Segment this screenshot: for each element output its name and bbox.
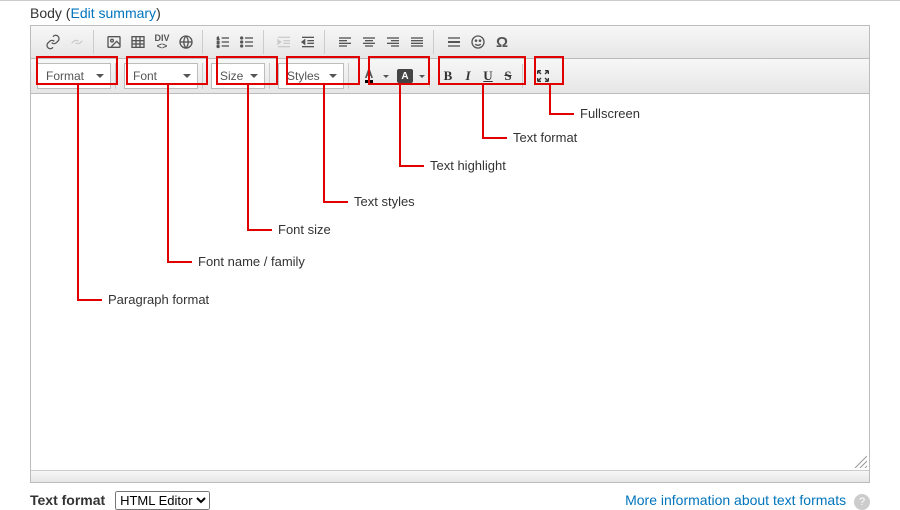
image-icon[interactable] [102, 30, 126, 54]
format-dropdown-label: Format [46, 69, 84, 83]
chevron-down-icon [96, 74, 104, 78]
numbered-list-icon[interactable]: 123 [211, 30, 235, 54]
callout-fontname: Font name / family [198, 254, 305, 269]
align-left-icon[interactable] [333, 30, 357, 54]
size-dropdown[interactable]: Size [211, 63, 265, 89]
editor-status-bar [31, 470, 869, 482]
font-dropdown[interactable]: Font [124, 63, 198, 89]
strike-button[interactable]: S [498, 64, 518, 88]
div-icon[interactable]: DIV<> [150, 30, 174, 54]
text-color-button[interactable]: A [357, 64, 381, 88]
chevron-down-icon [329, 74, 337, 78]
align-justify-icon[interactable] [405, 30, 429, 54]
callout-textformat: Text format [513, 130, 577, 145]
svg-text:3: 3 [217, 43, 220, 48]
edit-summary-link[interactable]: Edit summary [70, 5, 156, 21]
callout-textstyles: Text styles [354, 194, 415, 209]
text-format-select[interactable]: HTML Editor [115, 491, 210, 510]
callout-fullscreen: Fullscreen [580, 106, 640, 121]
smiley-icon[interactable] [466, 30, 490, 54]
resize-grip-icon[interactable] [853, 454, 867, 468]
chevron-down-icon[interactable] [419, 75, 425, 78]
unlink-icon [65, 30, 89, 54]
editor-frame: DIV<> 123 Ω [30, 25, 870, 483]
align-center-icon[interactable] [357, 30, 381, 54]
bg-color-button[interactable]: A [393, 64, 417, 88]
link-icon[interactable] [41, 30, 65, 54]
fullscreen-button[interactable] [531, 64, 555, 88]
outdent-icon [272, 30, 296, 54]
align-right-icon[interactable] [381, 30, 405, 54]
size-dropdown-label: Size [220, 69, 243, 83]
more-info-link[interactable]: More information about text formats [625, 492, 846, 508]
font-dropdown-label: Font [133, 69, 157, 83]
horizontal-rule-icon[interactable] [442, 30, 466, 54]
body-label: Body [30, 5, 62, 21]
globe-icon[interactable] [174, 30, 198, 54]
editor-content[interactable] [31, 94, 869, 470]
format-dropdown[interactable]: Format [37, 63, 111, 89]
chevron-down-icon [183, 74, 191, 78]
callout-fontsize: Font size [278, 222, 331, 237]
styles-dropdown[interactable]: Styles [278, 63, 344, 89]
styles-dropdown-label: Styles [287, 69, 320, 83]
help-icon[interactable]: ? [854, 494, 870, 510]
special-char-icon[interactable]: Ω [490, 30, 514, 54]
italic-button[interactable]: I [458, 64, 478, 88]
bullet-list-icon[interactable] [235, 30, 259, 54]
callout-paragraph: Paragraph format [108, 292, 209, 307]
toolbar-row-1: DIV<> 123 Ω [31, 26, 869, 59]
table-icon[interactable] [126, 30, 150, 54]
toolbar-row-2: Format Font Size Styles A [31, 59, 869, 94]
underline-button[interactable]: U [478, 64, 498, 88]
text-format-row: Text format HTML Editor More information… [0, 483, 900, 510]
callout-highlight: Text highlight [430, 158, 506, 173]
chevron-down-icon[interactable] [383, 75, 389, 78]
bold-button[interactable]: B [438, 64, 458, 88]
text-format-label: Text format [30, 492, 105, 508]
indent-icon[interactable] [296, 30, 320, 54]
chevron-down-icon [250, 74, 258, 78]
field-label: Body (Edit summary) [0, 0, 900, 25]
